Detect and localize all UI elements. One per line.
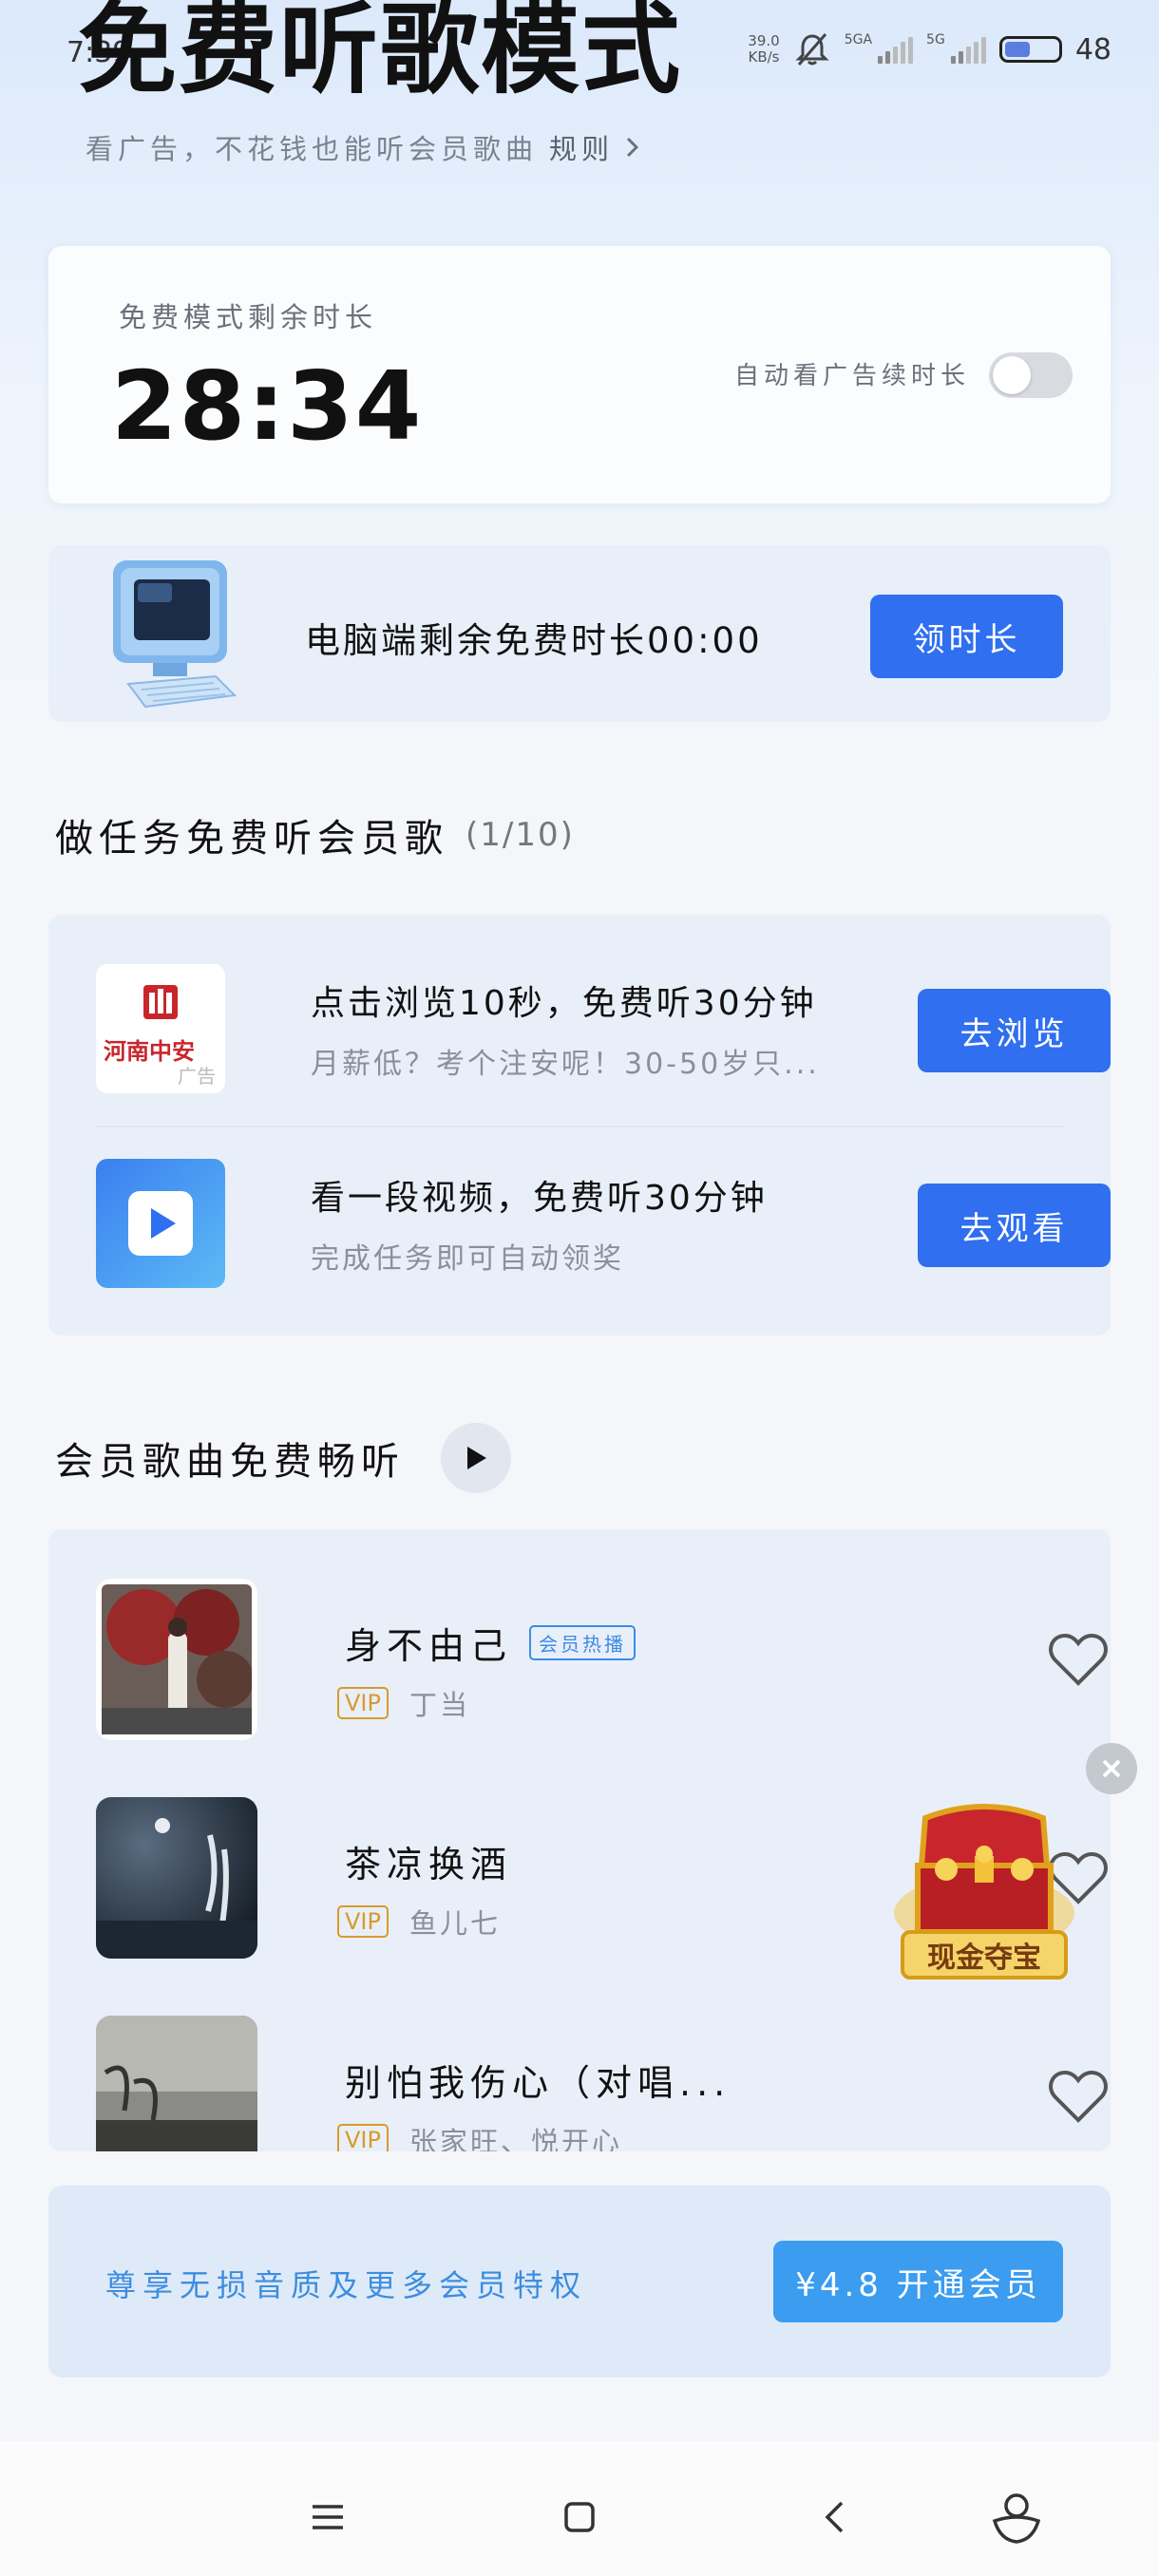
vip-promo-card: 尊享无损音质及更多会员特权 ¥4.8 开通会员 — [48, 2186, 1111, 2377]
vip-badge: VIP — [337, 2124, 389, 2151]
timer-value: 28:34 — [111, 350, 424, 462]
open-vip-button[interactable]: ¥4.8 开通会员 — [773, 2241, 1063, 2322]
signal-icon — [878, 35, 914, 64]
task-subtitle: 完成任务即可自动领奖 — [311, 1242, 624, 1276]
assistant-button[interactable] — [988, 2489, 1045, 2546]
menu-button[interactable] — [299, 2489, 356, 2546]
system-nav-bar — [0, 2441, 1159, 2576]
home-square-icon — [564, 2502, 595, 2532]
song-title: 茶凉换酒 — [345, 1844, 513, 1885]
song-row[interactable]: 别怕我伤心（对唱... VIP 张家旺、悦开心 — [96, 2016, 1108, 2151]
song-artist: 丁当 — [408, 1689, 470, 1721]
net-speed: 39.0 KB/s — [748, 33, 779, 66]
task-row[interactable]: 河南中安 广告 点击浏览10秒，免费听30分钟 月薪低？考个注安呢！30-50岁… — [96, 964, 1111, 1097]
task-title: 看一段视频，免费听30分钟 — [311, 1179, 768, 1218]
sim1-label: 5GA — [844, 32, 873, 47]
play-icon — [467, 1447, 486, 1469]
song-title-row: 别怕我伤心（对唱... — [345, 2054, 731, 2106]
treasure-chest-widget[interactable]: 现金夺宝 — [889, 1799, 1079, 1989]
vip-promo-text: 尊享无损音质及更多会员特权 — [105, 2267, 588, 2303]
treasure-label: 现金夺宝 — [927, 1941, 1041, 1975]
computer-icon — [113, 560, 238, 709]
task-card: 河南中安 广告 点击浏览10秒，免费听30分钟 月薪低？考个注安呢！30-50岁… — [48, 915, 1111, 1335]
subtitle-text: 看广告，不花钱也能听会员歌曲 — [86, 133, 539, 165]
divider — [96, 1126, 1063, 1127]
song-row[interactable]: 身不由己 会员热播 VIP 丁当 — [96, 1579, 1108, 1740]
timer-card: 免费模式剩余时长 28:34 自动看广告续时长 — [48, 246, 1111, 503]
album-cover — [96, 2016, 257, 2151]
browse-button[interactable]: 去浏览 — [918, 989, 1111, 1072]
songs-title: 会员歌曲免费畅听 — [55, 1440, 405, 1484]
battery-icon — [998, 36, 1062, 63]
tasks-count: (1/10) — [466, 816, 575, 854]
tasks-section-title: 做任务免费听会员歌 (1/10) — [55, 807, 575, 862]
heart-icon[interactable] — [1048, 1632, 1109, 1687]
home-button[interactable] — [551, 2489, 608, 2546]
header-subtitle: 看广告，不花钱也能听会员歌曲 规则 — [86, 127, 640, 167]
pc-card: 电脑端剩余免费时长00:00 领时长 — [48, 545, 1111, 722]
claim-time-button[interactable]: 领时长 — [870, 595, 1063, 678]
ad-tag: 广告 — [178, 1065, 216, 1088]
task-subtitle: 月薪低？考个注安呢！30-50岁只... — [311, 1048, 820, 1081]
battery-text: 48 — [1074, 32, 1112, 66]
task-row[interactable]: 看一段视频，免费听30分钟 完成任务即可自动领奖 去观看 — [96, 1159, 1111, 1292]
bell-muted-icon — [795, 33, 829, 66]
close-float-button[interactable] — [1086, 1743, 1137, 1794]
net-speed-value: 39.0 — [748, 32, 780, 49]
assistant-person-icon — [992, 2493, 1041, 2544]
sim2-label: 5G — [926, 32, 945, 47]
page-title: 免费听歌模式 — [78, 0, 683, 107]
vip-badge: VIP — [337, 1905, 389, 1938]
cover-art-icon — [96, 2016, 257, 2151]
songs-section-title: 会员歌曲免费畅听 — [55, 1423, 511, 1493]
back-chevron-icon — [825, 2501, 844, 2533]
back-button[interactable] — [806, 2489, 863, 2546]
song-meta: VIP 丁当 — [337, 1683, 470, 1723]
song-title: 身不由己 — [345, 1625, 513, 1667]
menu-icon — [313, 2505, 343, 2529]
chevron-right-icon[interactable] — [625, 136, 640, 159]
cover-art-icon — [102, 1584, 254, 1734]
heart-icon[interactable] — [1048, 2069, 1109, 2124]
toggle-knob — [993, 356, 1031, 394]
pc-remaining-text: 电脑端剩余免费时长00:00 — [305, 620, 763, 661]
play-icon — [128, 1191, 193, 1256]
song-artist: 鱼儿七 — [408, 1907, 501, 1940]
henan-zhongan-logo: 河南中安 广告 — [96, 964, 225, 1093]
song-title-row: 身不由己 会员热播 — [345, 1617, 636, 1669]
timer-label: 免费模式剩余时长 — [119, 301, 378, 333]
status-icons: 39.0 KB/s 5GA 5G 48 — [748, 30, 1112, 68]
tasks-title: 做任务免费听会员歌 — [55, 817, 448, 861]
task-title: 点击浏览10秒，免费听30分钟 — [311, 984, 817, 1023]
song-meta: VIP 鱼儿七 — [337, 1902, 501, 1941]
song-meta: VIP 张家旺、悦开心 — [337, 2120, 622, 2151]
rules-link[interactable]: 规则 — [549, 127, 614, 167]
net-speed-unit: KB/s — [748, 48, 780, 66]
song-title-row: 茶凉换酒 — [345, 1835, 512, 1887]
video-task-icon — [96, 1159, 225, 1288]
vip-badge: VIP — [337, 1687, 389, 1719]
song-artist: 张家旺、悦开心 — [408, 2126, 622, 2151]
cover-art-icon — [96, 1797, 257, 1959]
close-icon — [1102, 1759, 1121, 1778]
play-all-button[interactable] — [441, 1423, 511, 1493]
album-cover — [96, 1797, 257, 1959]
signal-icon — [950, 35, 986, 64]
album-cover — [96, 1579, 257, 1740]
watch-button[interactable]: 去观看 — [918, 1184, 1111, 1267]
auto-ad-toggle[interactable] — [989, 352, 1073, 398]
song-title: 别怕我伤心（对唱... — [345, 2062, 732, 2104]
hot-badge: 会员热播 — [529, 1625, 636, 1660]
auto-ad-label: 自动看广告续时长 — [733, 362, 970, 390]
